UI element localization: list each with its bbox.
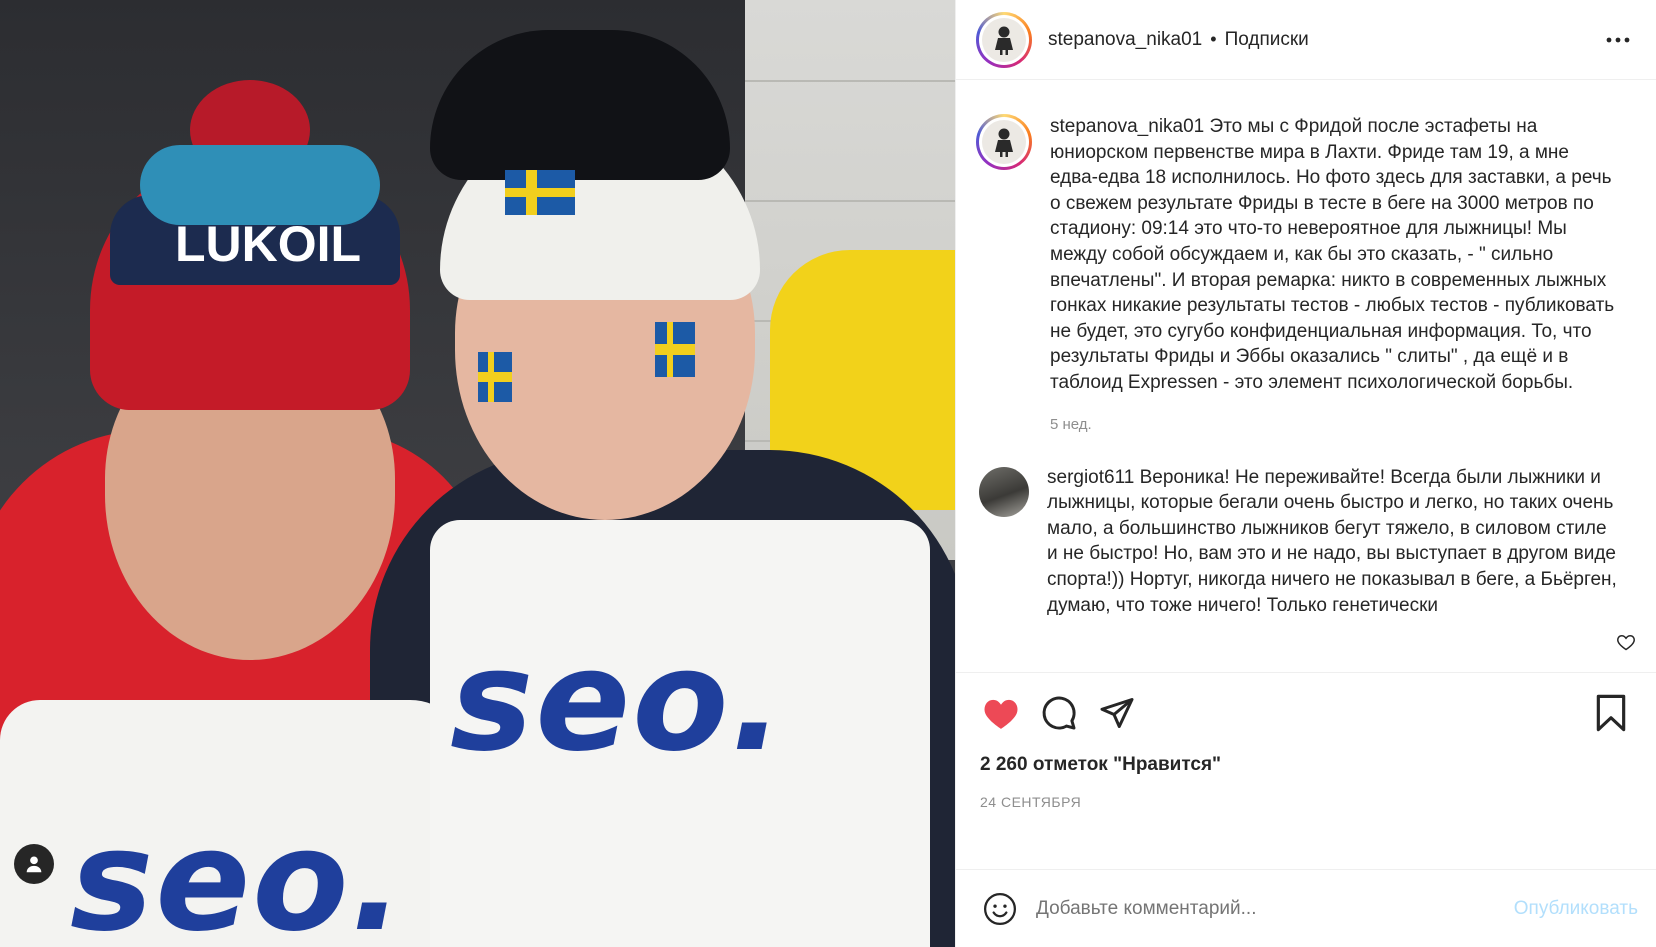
comment-bubble-icon[interactable] [1034, 688, 1084, 738]
comments-list[interactable]: stepanova_nika01 Это мы с Фридой после э… [956, 80, 1656, 672]
post-header: stepanova_nika01 • Подписки [956, 0, 1656, 80]
author-avatar [982, 17, 1026, 62]
post-side-panel: stepanova_nika01 • Подписки stepanova_ni… [955, 0, 1656, 947]
comment-like-heart-icon[interactable] [1616, 632, 1638, 654]
photo-goggles-left [140, 145, 380, 225]
caption-author-avatar [982, 120, 1026, 164]
photo-goggles-right [430, 30, 730, 180]
photo-bib-logo-right: seo. [450, 620, 786, 783]
user-tag-icon[interactable] [14, 844, 54, 884]
post-date[interactable]: 24 СЕНТЯБРЯ [956, 776, 1656, 810]
more-horizontal-icon[interactable] [1600, 22, 1636, 58]
photo-swedish-flag [505, 170, 575, 215]
commenter-username[interactable]: sergiot611 [1047, 467, 1134, 488]
photo-cheek-flag-left [478, 352, 512, 402]
caption-avatar-frame [979, 117, 1029, 167]
heart-filled-icon[interactable] [976, 688, 1026, 738]
following-button[interactable]: Подписки [1225, 29, 1309, 51]
author-username[interactable]: stepanova_nika01 [1048, 29, 1202, 51]
post-actions-bar [956, 672, 1656, 752]
caption-text: Это мы с Фридой после эстафеты на юниорс… [1050, 116, 1615, 393]
emoji-smile-icon[interactable] [980, 889, 1020, 929]
author-avatar-ring[interactable] [976, 11, 1032, 68]
instagram-post-modal: seo. seo. LUKOIL stepanova_nika01 • Подп… [0, 0, 1656, 947]
photo-bib-logo-left: seo. [70, 800, 406, 947]
caption-author-avatar-ring[interactable] [976, 114, 1032, 170]
photo-hat-text: LUKOIL [175, 216, 362, 272]
author-avatar-frame [979, 14, 1029, 65]
caption-row: stepanova_nika01 Это мы с Фридой после э… [976, 114, 1636, 396]
comment-composer: Опубликовать [956, 869, 1656, 947]
comment-text: Вероника! Не переживайте! Всегда были лы… [1047, 466, 1617, 616]
bookmark-icon[interactable] [1586, 688, 1636, 738]
caption-author-username[interactable]: stepanova_nika01 [1050, 116, 1204, 137]
paper-plane-icon[interactable] [1092, 688, 1142, 738]
comment-input[interactable] [1036, 897, 1514, 920]
caption-text-block: stepanova_nika01 Это мы с Фридой после э… [1050, 114, 1620, 396]
commenter-avatar[interactable] [979, 466, 1029, 517]
separator-dot: • [1210, 29, 1217, 49]
post-photo[interactable]: seo. seo. LUKOIL [0, 0, 955, 947]
post-comment-button[interactable]: Опубликовать [1514, 898, 1638, 920]
comment-item: sergiot611 Вероника! Не переживайте! Все… [976, 465, 1636, 619]
comment-text-block: sergiot611 Вероника! Не переживайте! Все… [1047, 465, 1617, 619]
photo-cheek-flag-right [655, 322, 695, 377]
caption-age[interactable]: 5 нед. [1050, 416, 1636, 433]
likes-count[interactable]: 2 260 отметок "Нравится" [956, 752, 1656, 776]
